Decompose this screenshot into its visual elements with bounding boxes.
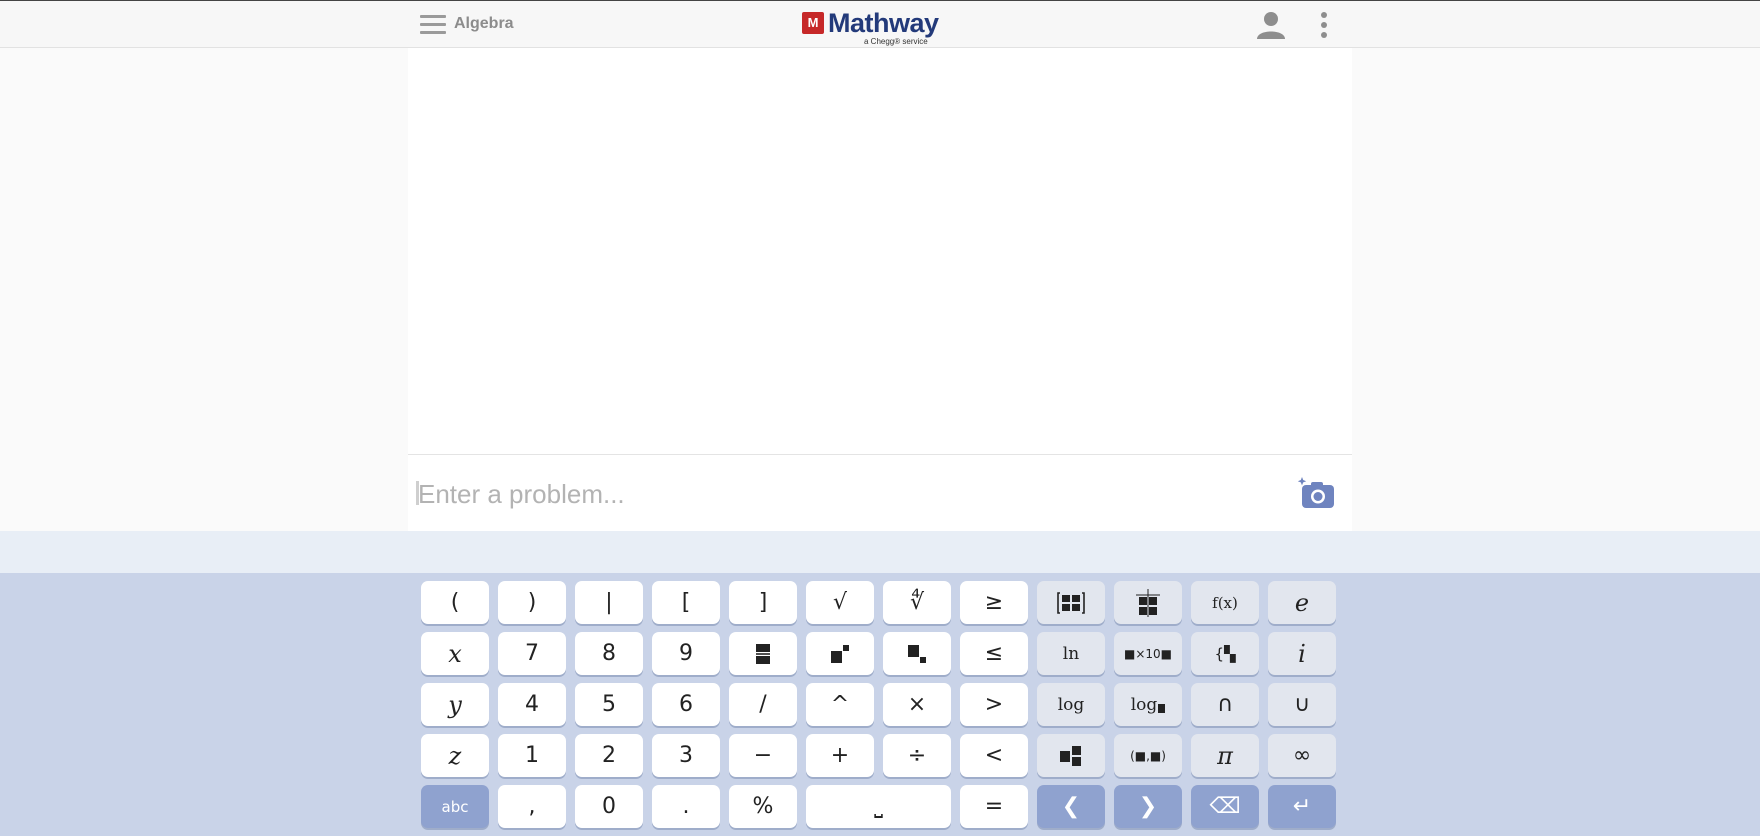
problem-input[interactable] bbox=[416, 471, 1280, 517]
key-euler-e[interactable]: e bbox=[1268, 581, 1336, 624]
key-nth-root[interactable]: ∜ bbox=[883, 581, 951, 624]
user-icon[interactable] bbox=[1256, 11, 1286, 39]
logo-subtitle: a Chegg® service bbox=[864, 37, 928, 46]
key-comma[interactable]: , bbox=[498, 785, 566, 828]
key-subscript-icon[interactable] bbox=[883, 632, 951, 675]
key-open-paren[interactable]: ( bbox=[421, 581, 489, 624]
key-slash[interactable]: / bbox=[729, 683, 797, 726]
key-imaginary-i[interactable]: i bbox=[1268, 632, 1336, 675]
key-9[interactable]: 9 bbox=[652, 632, 720, 675]
key-fraction-icon[interactable] bbox=[729, 632, 797, 675]
key-plus[interactable]: + bbox=[806, 734, 874, 777]
top-bar: Algebra M Mathway a Chegg® service bbox=[0, 0, 1760, 48]
key-matrix-icon[interactable] bbox=[1037, 581, 1105, 624]
key-y[interactable]: y bbox=[421, 683, 489, 726]
key-minus[interactable]: − bbox=[729, 734, 797, 777]
key-scientific-notation[interactable]: ■×10■ bbox=[1114, 632, 1182, 675]
key-piecewise[interactable]: {▚ bbox=[1191, 632, 1259, 675]
key-4[interactable]: 4 bbox=[498, 683, 566, 726]
key-open-bracket[interactable]: [ bbox=[652, 581, 720, 624]
key-log-base-label: log bbox=[1130, 694, 1158, 715]
key-0[interactable]: 0 bbox=[575, 785, 643, 828]
key-percent[interactable]: % bbox=[729, 785, 797, 828]
key-ordered-pair[interactable]: (■,■) bbox=[1114, 734, 1182, 777]
key-5[interactable]: 5 bbox=[575, 683, 643, 726]
key-absolute[interactable]: | bbox=[575, 581, 643, 624]
key-enter-icon[interactable]: ↵ bbox=[1268, 785, 1336, 828]
key-mixed-number-icon[interactable] bbox=[1037, 734, 1105, 777]
key-space[interactable]: ⎵ bbox=[806, 785, 951, 828]
key-x[interactable]: x bbox=[421, 632, 489, 675]
subject-selector[interactable]: Algebra bbox=[454, 15, 514, 33]
key-log-base[interactable]: log bbox=[1114, 683, 1182, 726]
key-z[interactable]: z bbox=[421, 734, 489, 777]
key-square-root[interactable]: √ bbox=[806, 581, 874, 624]
mathway-logo[interactable]: M Mathway a Chegg® service bbox=[802, 8, 962, 46]
hamburger-icon[interactable] bbox=[420, 15, 446, 34]
key-intersection[interactable]: ∩ bbox=[1191, 683, 1259, 726]
key-log[interactable]: log bbox=[1037, 683, 1105, 726]
key-8[interactable]: 8 bbox=[575, 632, 643, 675]
key-union[interactable]: ∪ bbox=[1268, 683, 1336, 726]
key-7[interactable]: 7 bbox=[498, 632, 566, 675]
key-infinity[interactable]: ∞ bbox=[1268, 734, 1336, 777]
key-decimal[interactable]: . bbox=[652, 785, 720, 828]
problem-input-row bbox=[408, 454, 1352, 531]
key-matrix-labeled-icon[interactable] bbox=[1114, 581, 1182, 624]
key-2[interactable]: 2 bbox=[575, 734, 643, 777]
key-backspace-icon[interactable]: ⌫ bbox=[1191, 785, 1259, 828]
key-exponent-icon[interactable] bbox=[806, 632, 874, 675]
key-close-paren[interactable]: ) bbox=[498, 581, 566, 624]
camera-icon[interactable] bbox=[1296, 473, 1336, 511]
key-greater-equal[interactable]: ≥ bbox=[960, 581, 1028, 624]
key-abc[interactable]: abc bbox=[421, 785, 489, 828]
key-6[interactable]: 6 bbox=[652, 683, 720, 726]
keyboard-top-band bbox=[0, 531, 1760, 573]
more-vertical-icon[interactable] bbox=[1318, 11, 1330, 39]
subscript-box-icon bbox=[1158, 703, 1166, 713]
key-left-arrow-icon[interactable]: ❮ bbox=[1037, 785, 1105, 828]
key-pi[interactable]: π bbox=[1191, 734, 1259, 777]
key-3[interactable]: 3 bbox=[652, 734, 720, 777]
key-equals[interactable]: = bbox=[960, 785, 1028, 828]
logo-text: Mathway bbox=[828, 8, 939, 38]
key-divide[interactable]: ÷ bbox=[883, 734, 951, 777]
key-1[interactable]: 1 bbox=[498, 734, 566, 777]
key-close-bracket[interactable]: ] bbox=[729, 581, 797, 624]
key-less-than[interactable]: < bbox=[960, 734, 1028, 777]
key-less-equal[interactable]: ≤ bbox=[960, 632, 1028, 675]
math-keyboard: ( ) | [ ] √ ∜ ≥ f(x) e x 7 8 9 ≤ ln ■×10… bbox=[0, 573, 1760, 836]
key-function[interactable]: f(x) bbox=[1191, 581, 1259, 624]
logo-mark: M bbox=[802, 12, 824, 34]
key-ln[interactable]: ln bbox=[1037, 632, 1105, 675]
key-multiply[interactable]: × bbox=[883, 683, 951, 726]
key-greater-than[interactable]: > bbox=[960, 683, 1028, 726]
key-caret[interactable]: ^ bbox=[806, 683, 874, 726]
key-right-arrow-icon[interactable]: ❯ bbox=[1114, 785, 1182, 828]
